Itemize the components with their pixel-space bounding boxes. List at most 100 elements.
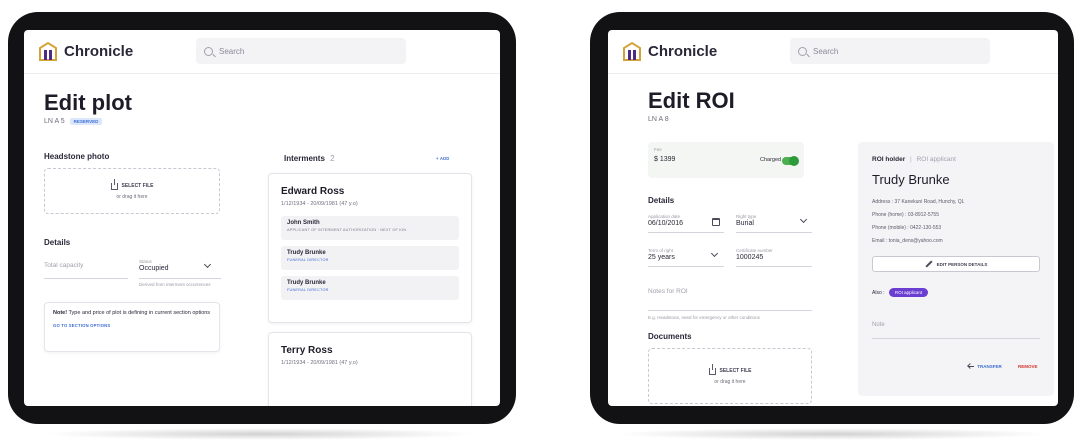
- charged-toggle[interactable]: [782, 156, 799, 166]
- certificate-value: 1000245: [736, 254, 764, 261]
- documents-dropzone[interactable]: SELECT FILE or drag it here: [648, 348, 812, 404]
- right-type-underline: [736, 232, 812, 233]
- also-label: Also :: [872, 290, 885, 296]
- interment-dates: 1/12/1934 - 20/09/1981 (47 y.o): [281, 201, 358, 207]
- details-title: Details: [648, 196, 675, 205]
- top-bar: Chronicle Search: [608, 30, 1058, 74]
- select-file-button[interactable]: SELECT FILE: [110, 178, 153, 190]
- brand-name: Chronicle: [648, 42, 718, 60]
- holder-phone-mobile: Phone (mobile) : 0422-130-553: [872, 225, 942, 231]
- search-input[interactable]: Search: [790, 38, 990, 64]
- edit-person-details-label: EDIT PERSON DETAILS: [936, 261, 988, 267]
- go-to-section-options-link[interactable]: GO TO SECTION OPTIONS: [53, 323, 211, 328]
- roi-holder-panel: ROI holder | ROI applicant Trudy Brunke …: [858, 142, 1054, 396]
- application-date-label: Application date: [648, 214, 681, 219]
- page-title: Edit ROI: [648, 88, 735, 113]
- interments-title-row: Interments 2: [284, 154, 335, 163]
- contact-role: FUNERAL DIRECTOR: [287, 258, 329, 262]
- drag-hint: or drag it here: [714, 378, 746, 385]
- chevron-down-icon[interactable]: [710, 249, 719, 258]
- holder-note-underline: [872, 338, 1040, 339]
- tab-roi-applicant[interactable]: ROI applicant: [917, 156, 956, 163]
- contact-role: APPLICANT OF INTERMENT AUTHORIZATION · N…: [287, 228, 407, 232]
- also-row: Also : ROI applicant: [872, 288, 929, 297]
- search-icon: [798, 46, 807, 56]
- select-file-label: SELECT FILE: [719, 368, 752, 374]
- charged-label: Charged: [760, 157, 782, 163]
- note-card: Note! Type and price of plot is defining…: [44, 302, 220, 352]
- interment-card[interactable]: Terry Ross 1/12/1934 - 20/09/1981 (47 y.…: [268, 332, 472, 406]
- search-icon: [204, 46, 213, 56]
- term-value: 25 years: [648, 254, 675, 261]
- interment-dates: 1/12/1934 - 20/09/1981 (47 y.o): [281, 360, 358, 366]
- remove-button[interactable]: REMOVE: [1018, 364, 1038, 369]
- logo[interactable]: Chronicle: [38, 41, 133, 61]
- right-type-value: Burial: [736, 220, 754, 227]
- search-placeholder: Search: [219, 46, 245, 56]
- interment-card[interactable]: Edward Ross 1/12/1934 - 20/09/1981 (47 y…: [268, 173, 472, 323]
- contact-item[interactable]: John Smith APPLICANT OF INTERMENT AUTHOR…: [281, 216, 459, 240]
- top-bar: Chronicle Search: [24, 30, 500, 74]
- arrow-left-icon: [968, 366, 974, 368]
- contact-item[interactable]: Trudy Brunke FUNERAL DIRECTOR: [281, 246, 459, 270]
- chevron-down-icon[interactable]: [799, 215, 808, 224]
- total-capacity-field[interactable]: Total capacity: [44, 256, 83, 269]
- fee-box: Fee $ 1399 Charged: [648, 142, 804, 178]
- edit-person-details-button[interactable]: EDIT PERSON DETAILS: [872, 256, 1040, 272]
- holder-contact-block: Address : 37 Kanekuni Road, Hunchy, QL P…: [872, 196, 964, 248]
- note-text-block: Note! Type and price of plot is defining…: [53, 309, 211, 317]
- search-placeholder: Search: [813, 46, 839, 56]
- holder-note-field[interactable]: Note: [872, 322, 885, 328]
- tab-roi-holder[interactable]: ROI holder: [872, 156, 905, 163]
- headstone-title: Headstone photo: [44, 152, 110, 161]
- interment-name: Terry Ross: [281, 345, 333, 356]
- status-hint: Derived from interment occurrences: [139, 282, 211, 287]
- headstone-dropzone[interactable]: SELECT FILE or drag it here: [44, 168, 220, 214]
- page-title: Edit plot: [44, 90, 132, 115]
- select-file-button[interactable]: SELECT FILE: [708, 363, 752, 375]
- transfer-label: TRANSFER: [977, 364, 1002, 369]
- roi-applicant-pill[interactable]: ROI applicant: [888, 288, 929, 297]
- notes-field[interactable]: Notes for ROI: [648, 282, 688, 295]
- tab-divider: |: [910, 156, 912, 163]
- total-capacity-placeholder: Total capacity: [44, 262, 84, 269]
- term-underline: [648, 266, 724, 267]
- holder-name: Trudy Brunke: [872, 172, 950, 187]
- add-interment-button[interactable]: + ADD: [436, 156, 450, 161]
- contact-item[interactable]: Trudy Brunke FUNERAL DIRECTOR: [281, 276, 459, 300]
- tablet-right-shadow: [612, 428, 1052, 440]
- holder-email: Email : tonia_dens@yahoo.com: [872, 238, 943, 244]
- notes-hint: E.g. Headstone, need for emergency or ot…: [648, 315, 760, 320]
- term-label: Term of right: [648, 248, 674, 253]
- contact-role: FUNERAL DIRECTOR: [287, 288, 329, 292]
- status-select[interactable]: Status Occupied: [139, 259, 169, 272]
- status-badge: RESERVED: [69, 118, 103, 125]
- transfer-button[interactable]: TRANSFER: [968, 364, 1002, 369]
- plot-code: LN A 5: [44, 118, 65, 125]
- term-of-right-select[interactable]: Term of right 25 years: [648, 248, 675, 261]
- contact-name: Trudy Brunke: [287, 280, 326, 286]
- application-date-field[interactable]: Application date 06/10/2016: [648, 214, 683, 227]
- application-date-value: 06/10/2016: [648, 220, 684, 227]
- documents-title: Documents: [648, 332, 692, 341]
- chronicle-logo-icon: [623, 41, 641, 61]
- contact-name: John Smith: [287, 220, 320, 226]
- brand-name: Chronicle: [64, 42, 134, 60]
- status-underline: [139, 278, 221, 279]
- fee-value[interactable]: $ 1399: [654, 156, 675, 163]
- right-type-label: Right type: [736, 214, 757, 219]
- notes-underline: [648, 310, 812, 311]
- interments-title: Interments: [284, 154, 325, 163]
- chronicle-logo-icon: [39, 41, 57, 61]
- holder-address: Address : 37 Kanekuni Road, Hunchy, QL: [872, 199, 965, 205]
- certificate-underline: [736, 266, 812, 267]
- roi-screen: Chronicle Search Edit ROI LN A 8 Fee $ 1…: [608, 30, 1058, 406]
- chevron-down-icon[interactable]: [203, 260, 212, 269]
- search-input[interactable]: Search: [196, 38, 406, 64]
- upload-icon: [708, 363, 716, 375]
- contact-name: Trudy Brunke: [287, 250, 326, 256]
- logo[interactable]: Chronicle: [622, 41, 717, 61]
- calendar-icon[interactable]: [712, 218, 720, 226]
- right-type-select[interactable]: Right type Burial: [736, 214, 756, 227]
- certificate-number-field[interactable]: Certificate number 1000245: [736, 248, 773, 261]
